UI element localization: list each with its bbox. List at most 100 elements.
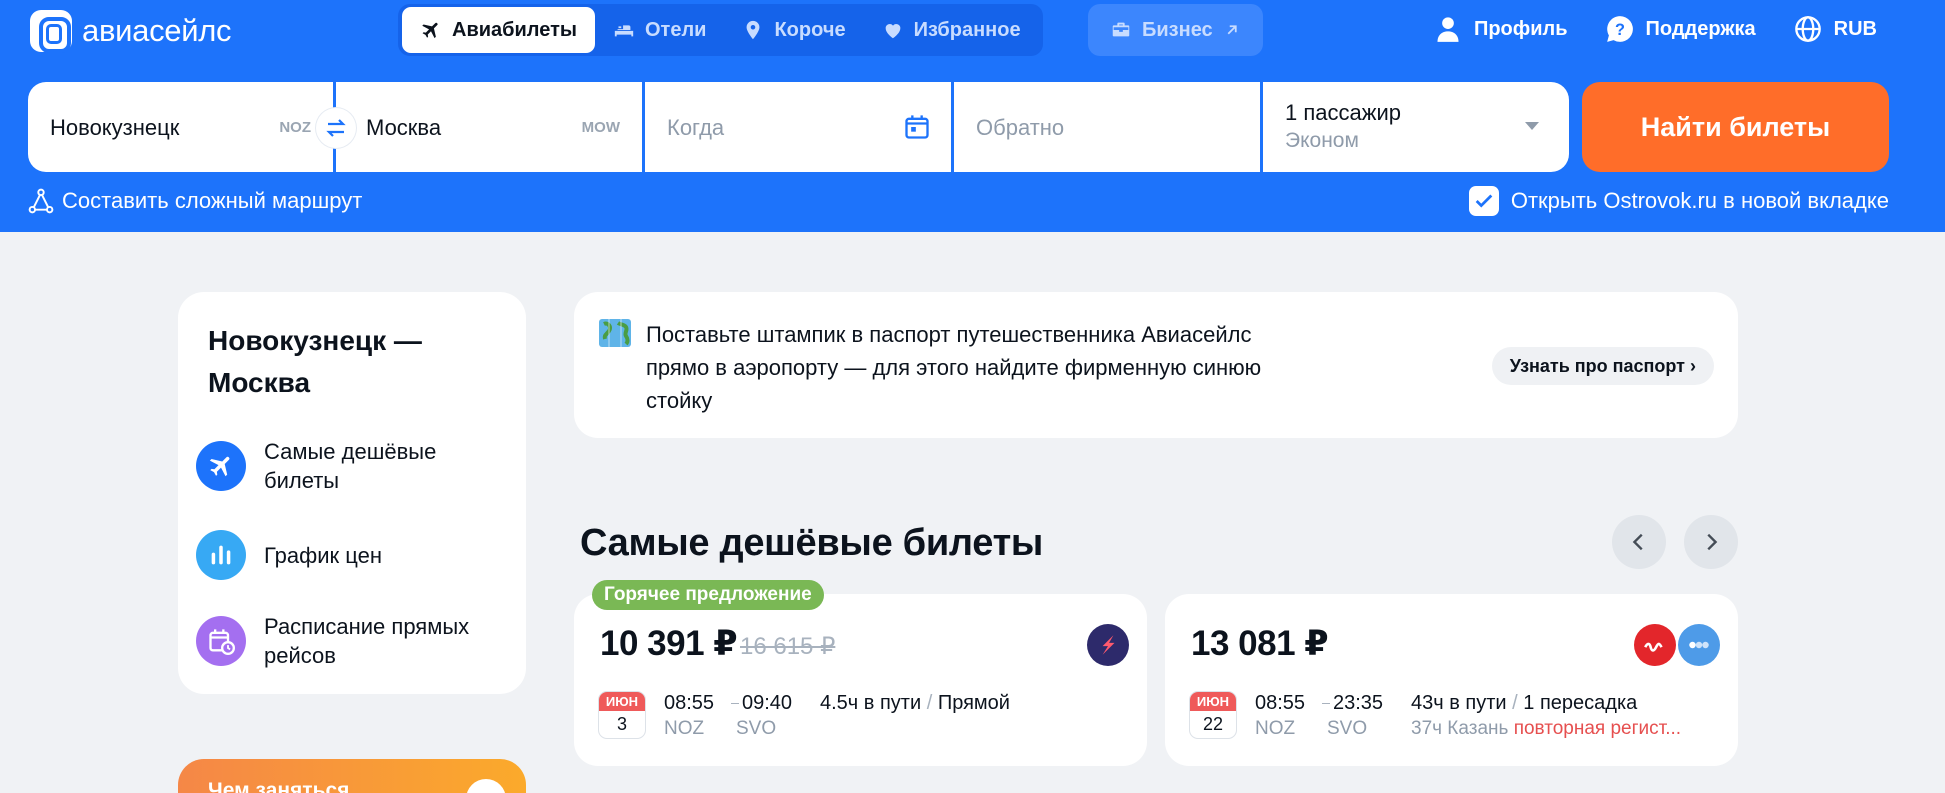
- swap-cities-button[interactable]: [316, 108, 356, 148]
- passengers-count: 1 пассажир: [1285, 100, 1401, 125]
- header-actions: Профиль ? Поддержка RUB: [1434, 10, 1877, 48]
- tab-flights[interactable]: Авиабилеты: [402, 7, 595, 53]
- promo-label: Чем заняться: [208, 779, 350, 793]
- stops: 1 пересадка: [1523, 692, 1638, 714]
- origin-field[interactable]: Новокузнецк NOZ: [28, 82, 333, 172]
- main-nav: Авиабилеты Отели Короче Избранное: [398, 4, 1043, 56]
- chevron-down-icon: [1525, 122, 1539, 130]
- origin-code: NOZ: [279, 119, 311, 136]
- promo-icon: [466, 779, 506, 793]
- ticket-price: 10 391 ₽: [600, 624, 738, 663]
- plane-icon: [422, 22, 438, 39]
- to-code: SVO: [736, 718, 777, 739]
- destination-field[interactable]: Москва MOW: [336, 82, 642, 172]
- business-label: Бизнес: [1142, 18, 1213, 41]
- airport-codes: NOZ SVO: [664, 718, 808, 740]
- checkmark-icon: [1475, 194, 1493, 208]
- date-month: ИЮН: [1190, 692, 1236, 711]
- sidebar-item-cheapest[interactable]: Самые дешёвые билеты: [196, 437, 516, 495]
- support-label: Поддержка: [1645, 17, 1756, 40]
- passport-banner: Поставьте штампик в паспорт путешественн…: [574, 292, 1738, 438]
- tab-hotels[interactable]: Отели: [595, 7, 724, 53]
- user-icon: [1437, 17, 1459, 42]
- briefcase-icon: [1112, 22, 1130, 37]
- find-tickets-button[interactable]: Найти билеты: [1582, 82, 1889, 172]
- transfer-info: 37ч Казань повторная регист...: [1411, 718, 1681, 740]
- complex-route-label: Составить сложный маршрут: [62, 188, 363, 213]
- search-form: Новокузнецк NOZ Москва MOW Когда Обратно…: [28, 82, 1569, 172]
- question-bubble-icon: ?: [1606, 16, 1633, 42]
- carousel-prev-button[interactable]: [1612, 515, 1666, 569]
- ticket-card[interactable]: 13 081 ₽ ИЮН 22 08:55 23:35 NOZ SVO 43ч в …: [1165, 594, 1738, 766]
- ostrovok-label: Открыть Ostrovok.ru в новой вкладке: [1510, 188, 1889, 213]
- airport-codes: NOZ SVO: [1255, 718, 1399, 740]
- ticket-card[interactable]: 10 391 ₽ 16 615 ₽ ИЮН 3 08:55 09:40 NOZ SV…: [574, 594, 1147, 766]
- complex-route-link[interactable]: Составить сложный маршрут: [28, 188, 362, 214]
- airline-logo-icon: [1634, 624, 1676, 666]
- return-date-placeholder: Обратно: [976, 115, 1065, 140]
- plane-icon: [196, 441, 246, 491]
- to-code: SVO: [1327, 718, 1368, 739]
- tab-business[interactable]: Бизнес: [1088, 4, 1263, 56]
- support-link[interactable]: ? Поддержка: [1606, 15, 1756, 43]
- flight-times: 08:55 23:35: [1255, 692, 1405, 715]
- tab-short[interactable]: Короче: [724, 7, 863, 53]
- depart-date-field[interactable]: Когда: [645, 82, 951, 172]
- return-date-field[interactable]: Обратно: [954, 82, 1260, 172]
- destination-code: MOW: [581, 119, 620, 136]
- external-arrow-icon: [1227, 25, 1237, 35]
- arrive-time: 23:35: [1333, 692, 1384, 714]
- arrive-time: 09:40: [742, 692, 793, 714]
- profile-link[interactable]: Профиль: [1434, 15, 1568, 43]
- date-day: 22: [1202, 714, 1224, 734]
- calendar-clock-icon: [196, 616, 246, 666]
- calendar-icon: [905, 115, 929, 139]
- tab-label: Авиабилеты: [452, 18, 577, 41]
- origin-value: Новокузнецк: [50, 115, 180, 140]
- tab-label: Короче: [774, 18, 846, 41]
- svg-text:?: ?: [1615, 21, 1625, 39]
- ostrovok-option[interactable]: Открыть Ostrovok.ru в новой вкладке: [1468, 186, 1889, 216]
- route-sidebar: Новокузнецк — Москва Самые дешёвые билет…: [178, 292, 526, 694]
- globe-icon: [1794, 16, 1821, 42]
- destination-value: Москва: [366, 115, 442, 140]
- date-day: 3: [616, 714, 627, 734]
- duration: 43ч в пути: [1411, 692, 1507, 714]
- heart-icon: [885, 24, 900, 39]
- ostrovok-checkbox[interactable]: [1468, 186, 1499, 216]
- from-code: NOZ: [664, 718, 705, 739]
- sidebar-item-schedule[interactable]: Расписание прямых рейсов: [196, 612, 516, 670]
- currency-selector[interactable]: RUB: [1794, 15, 1877, 43]
- sidebar-item-price-chart[interactable]: График цен: [196, 530, 516, 580]
- tab-favorites[interactable]: Избранное: [864, 7, 1039, 53]
- flight-times: 08:55 09:40: [664, 692, 814, 715]
- passengers-field[interactable]: 1 пассажир Эконом: [1263, 82, 1569, 172]
- depart-date-placeholder: Когда: [667, 115, 725, 140]
- currency-label: RUB: [1833, 17, 1877, 40]
- route-icon: [28, 188, 54, 214]
- date-badge: ИЮН 3: [598, 691, 646, 739]
- duration: 4.5ч в пути: [820, 692, 922, 714]
- airline-logo-icon: [1087, 624, 1129, 666]
- tab-label: Отели: [644, 18, 707, 41]
- stops: Прямой: [937, 692, 1010, 714]
- sidebar-item-label: График цен: [264, 542, 383, 568]
- cabin-class: Эконом: [1285, 129, 1359, 152]
- logo[interactable]: авиасейлс: [30, 10, 232, 53]
- location-pin-icon: [747, 20, 760, 40]
- ticket-price: 13 081 ₽: [1191, 624, 1329, 663]
- promo-card[interactable]: Чем заняться: [178, 759, 526, 793]
- passport-info-button[interactable]: Узнать про паспорт ›: [1491, 347, 1714, 385]
- bar-chart-icon: [196, 530, 246, 580]
- hot-offer-badge: Горячее предложение: [592, 580, 824, 610]
- section-title: Самые дешёвые билеты: [580, 522, 1044, 564]
- carousel-next-button[interactable]: [1684, 515, 1738, 569]
- flight-duration: 43ч в пути / 1 пересадка: [1411, 692, 1638, 714]
- profile-label: Профиль: [1473, 17, 1568, 40]
- tab-label: Избранное: [913, 18, 1021, 41]
- bed-icon: [614, 24, 634, 37]
- depart-time: 08:55: [1255, 692, 1306, 714]
- date-month: ИЮН: [599, 692, 645, 711]
- banner-text: Поставьте штампик в паспорт путешественн…: [646, 322, 1262, 413]
- airline-logo-icon: [1678, 624, 1720, 666]
